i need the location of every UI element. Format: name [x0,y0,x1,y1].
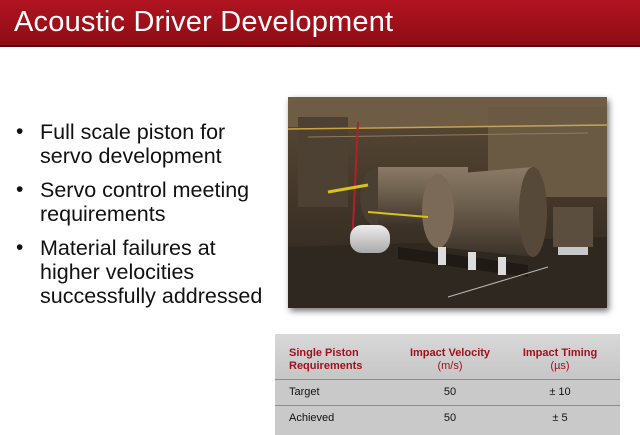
bullet-text: Material failures at higher velocities s… [40,236,263,308]
table-row: Target 50 ± 10 [275,379,620,405]
bullet-item: • Material failures at higher velocities… [14,236,264,308]
header-timing-unit: (µs) [550,360,570,372]
header-impact-timing: Impact Timing (µs) [515,347,605,373]
header-timing-title: Impact Timing [522,347,598,359]
bullet-item: • Servo control meeting requirements [14,178,264,226]
table-row: Achieved 50 ± 5 [275,405,620,431]
row-timing: ± 5 [552,412,568,424]
bullet-text: Full scale piston for servo development [40,120,226,168]
row-timing: ± 10 [549,386,571,398]
row-label: Achieved [289,412,335,424]
bullet-list: • Full scale piston for servo developmen… [14,120,264,318]
piston-rig-photo [288,97,607,308]
header-impact-velocity: Impact Velocity (m/s) [403,347,497,373]
header-requirements-title: Single Piston Requirements [289,347,363,372]
requirements-table: Single Piston Requirements Impact Veloci… [275,334,620,435]
photo-illustration [288,97,607,308]
bullet-dot-icon: • [16,120,24,143]
row-velocity: 50 [443,386,457,398]
bullet-text: Servo control meeting requirements [40,178,250,226]
bullet-dot-icon: • [16,236,24,259]
header-velocity-title: Impact Velocity [409,347,491,359]
row-velocity: 50 [443,412,457,424]
bullet-item: • Full scale piston for servo developmen… [14,120,264,168]
slide-title: Acoustic Driver Development [14,6,394,38]
table-header: Single Piston Requirements Impact Veloci… [275,334,620,379]
title-bar: Acoustic Driver Development [0,0,640,47]
header-requirements: Single Piston Requirements [289,347,399,373]
header-velocity-unit: (m/s) [437,360,463,372]
row-label: Target [289,386,320,398]
bullet-dot-icon: • [16,178,24,201]
